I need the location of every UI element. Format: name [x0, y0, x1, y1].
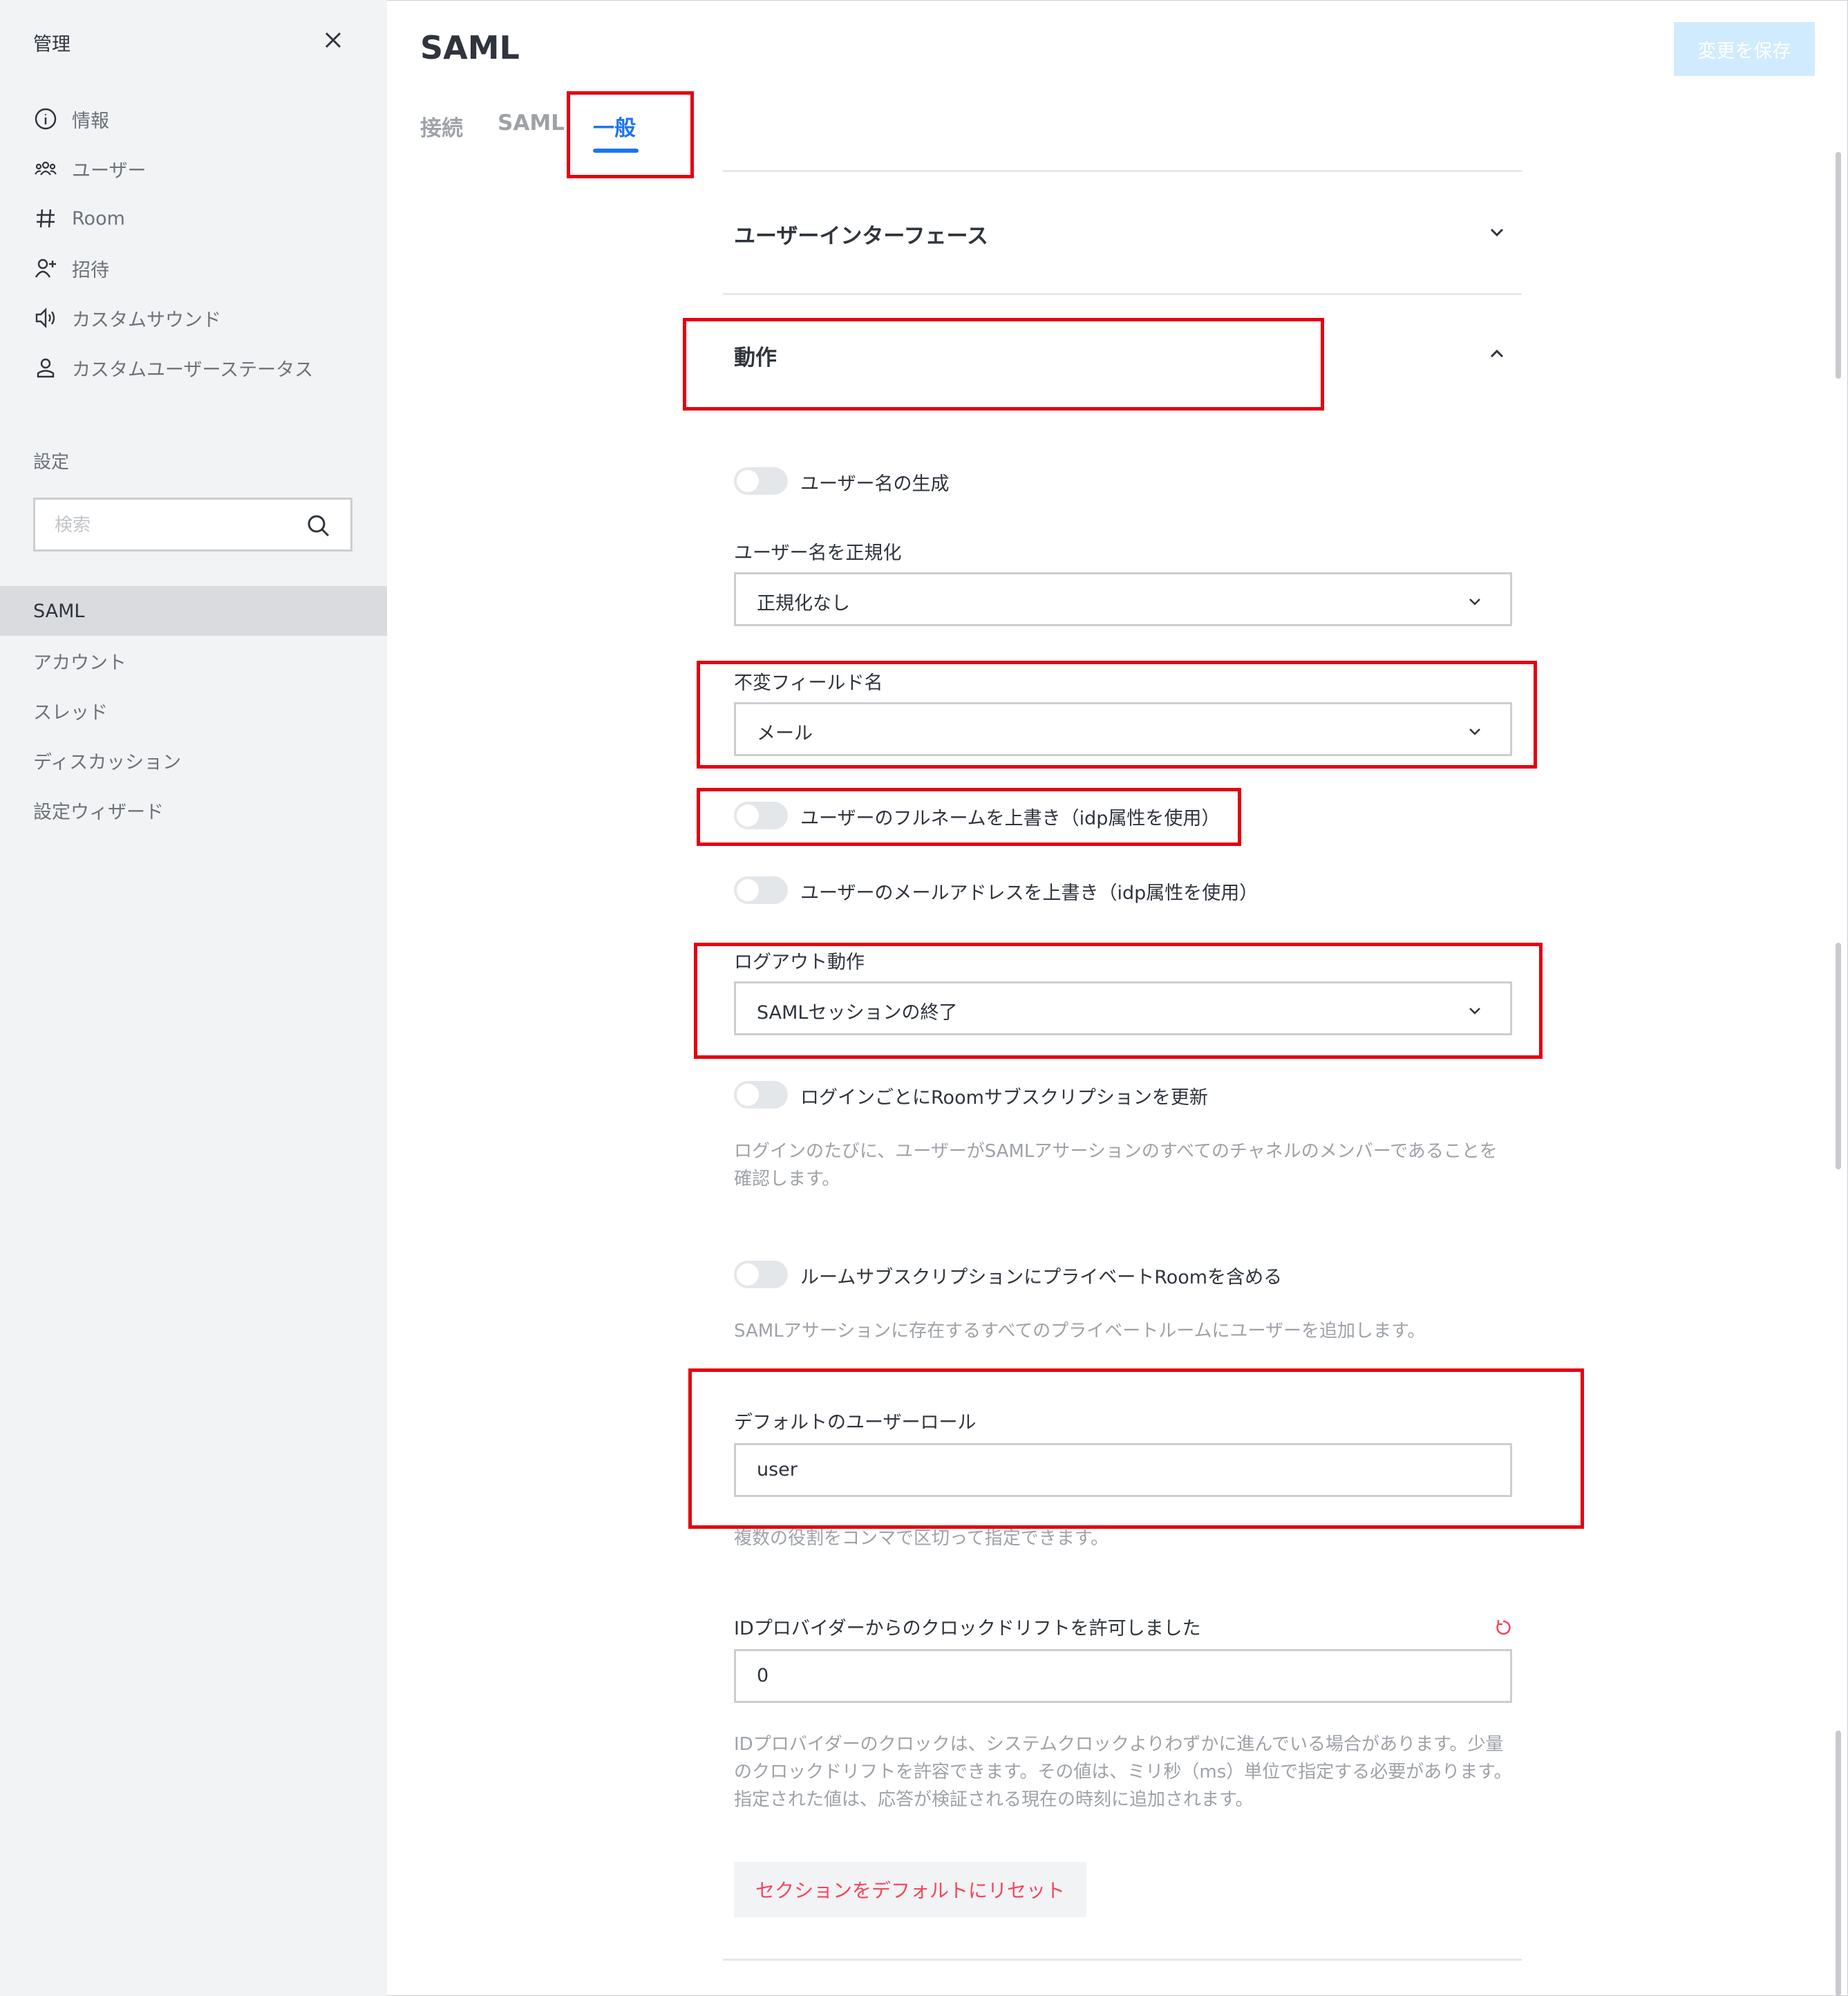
settings-search — [33, 498, 352, 552]
sidebar-item-label: カスタムユーザーステータス — [72, 359, 314, 381]
sidebar-item-label: ユーザー — [72, 160, 147, 182]
sidebar-item-label: カスタムサウンド — [72, 309, 221, 331]
sidebar-item-custom-sounds[interactable]: カスタムサウンド — [33, 303, 221, 333]
user-plus-icon — [33, 256, 58, 281]
page-title: SAML — [420, 29, 520, 66]
settings-item-setup-wizard[interactable]: 設定ウィザード — [0, 785, 387, 835]
settings-item-saml[interactable]: SAML — [0, 586, 387, 636]
clock-drift-hint: IDプロバイダーのクロックは、システムクロックよりわずかに進んでいる場合がありま… — [734, 1734, 1512, 1810]
sidebar-item-users[interactable]: ユーザー — [33, 153, 146, 184]
generate-username-label: ユーザー名の生成 — [800, 473, 950, 495]
scrollbar-thumb[interactable] — [1836, 943, 1841, 1169]
include-private-rooms-label: ルームサブスクリプションにプライベートRoomを含める — [800, 1267, 1283, 1288]
speaker-icon — [33, 305, 58, 330]
sidebar-item-label: 情報 — [72, 110, 109, 132]
default-role-hint: 複数の役割をコンマで区切って指定できます。 — [734, 1528, 1109, 1549]
highlight-box — [697, 788, 1241, 846]
divider — [723, 170, 1522, 172]
tab-connection[interactable]: 接続 — [420, 111, 463, 142]
sidebar-item-room[interactable]: Room — [33, 203, 125, 234]
highlight-box — [688, 1368, 1584, 1529]
search-input[interactable] — [53, 512, 291, 538]
update-room-subscriptions-label: ログインごとにRoomサブスクリプションを更新 — [800, 1087, 1208, 1109]
include-private-rooms-toggle[interactable] — [734, 1261, 788, 1288]
overwrite-email-label: ユーザーのメールアドレスを上書き（idp属性を使用） — [800, 883, 1258, 904]
highlight-box — [694, 943, 1543, 1059]
scrollbar-thumb[interactable] — [1836, 152, 1841, 379]
save-changes-button[interactable]: 変更を保存 — [1674, 22, 1815, 76]
normalize-username-select[interactable]: 正規化なし — [734, 572, 1512, 626]
section-ui-title[interactable]: ユーザーインターフェース — [734, 218, 988, 249]
generate-username-toggle[interactable] — [734, 467, 788, 495]
reset-section-button[interactable]: セクションをデフォルトにリセット — [734, 1862, 1086, 1917]
sidebar-item-label: Room — [72, 207, 125, 229]
highlight-box — [567, 91, 694, 178]
sidebar-title: 管理 — [33, 34, 70, 55]
divider — [723, 1959, 1522, 1961]
sidebar-item-info[interactable]: 情報 — [33, 104, 109, 134]
select-value: 正規化なし — [757, 593, 850, 614]
reset-icon[interactable] — [1493, 1617, 1514, 1638]
tab-saml[interactable]: SAML — [498, 111, 565, 135]
highlight-box — [683, 318, 1324, 411]
clock-drift-label: IDプロバイダーからのクロックドリフトを許可しました — [734, 1618, 1201, 1639]
settings-item-discussion[interactable]: ディスカッション — [0, 735, 387, 785]
highlight-box — [697, 661, 1537, 769]
info-icon — [33, 106, 58, 131]
divider — [723, 293, 1522, 295]
clock-drift-input[interactable]: 0 — [734, 1649, 1512, 1703]
close-icon[interactable] — [319, 26, 347, 54]
normalize-username-label: ユーザー名を正規化 — [734, 543, 902, 564]
settings-item-threads[interactable]: スレッド — [0, 686, 387, 735]
input-value: 0 — [757, 1665, 769, 1686]
search-icon[interactable] — [306, 514, 331, 538]
user-icon — [33, 355, 58, 380]
admin-sidebar: 管理 情報 ユーザー Room 招待 カスタムサウンド カスタムユーザーステータ… — [0, 0, 387, 1996]
sidebar-item-label: 招待 — [72, 259, 109, 281]
settings-item-account[interactable]: アカウント — [0, 636, 387, 686]
scrollbar-thumb[interactable] — [1836, 1731, 1841, 1996]
include-private-rooms-hint: SAMLアサーションに存在するすべてのプライベートルームにユーザーを追加します。 — [734, 1321, 1426, 1341]
sidebar-item-custom-user-status[interactable]: カスタムユーザーステータス — [33, 352, 313, 383]
settings-heading: 設定 — [33, 452, 70, 473]
hash-icon — [33, 206, 58, 231]
chevron-down-icon — [1469, 599, 1480, 605]
sidebar-item-invite[interactable]: 招待 — [33, 253, 109, 283]
chevron-down-icon[interactable] — [1484, 220, 1509, 245]
update-room-subscriptions-toggle[interactable] — [734, 1081, 788, 1109]
overwrite-email-toggle[interactable] — [734, 876, 788, 904]
update-room-subscriptions-hint: ログインのたびに、ユーザーがSAMLアサーションのすべてのチャネルのメンバーであ… — [734, 1141, 1498, 1189]
users-icon — [33, 156, 58, 181]
chevron-up-icon[interactable] — [1484, 341, 1509, 366]
